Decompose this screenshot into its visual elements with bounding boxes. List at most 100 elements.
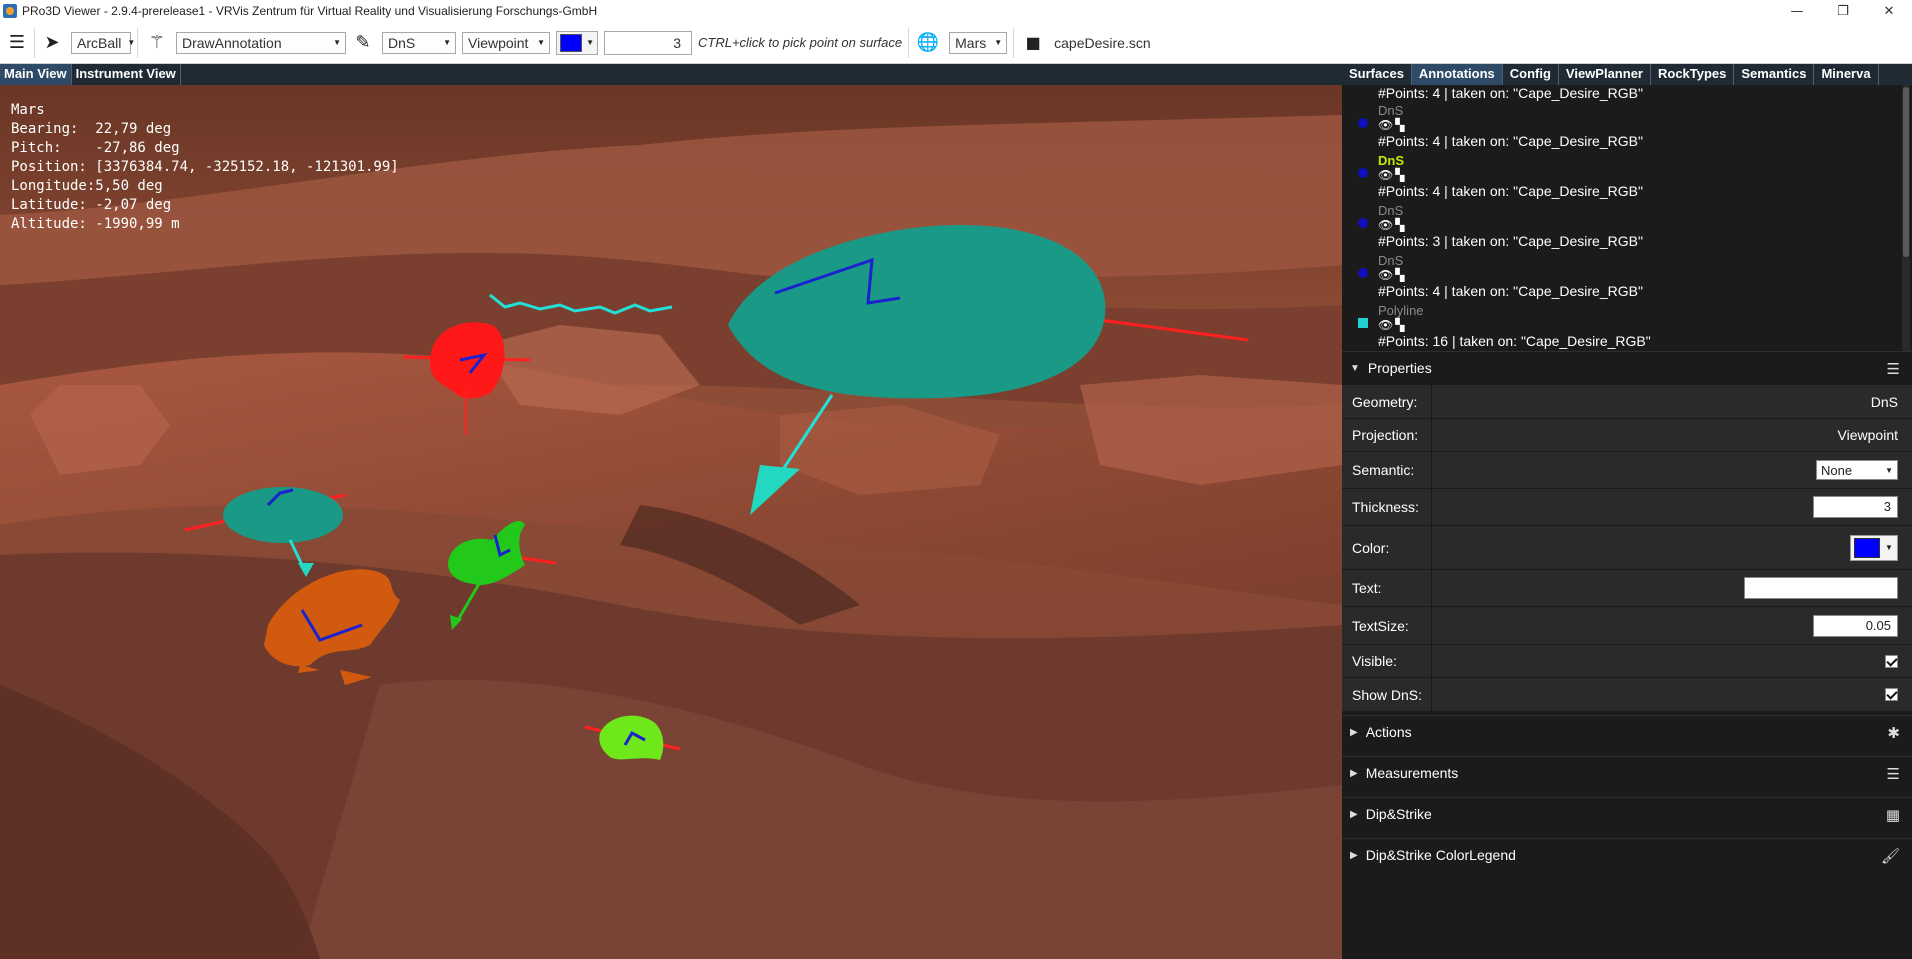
property-row-geometry: Geometry: DnS: [1342, 384, 1912, 418]
actions-header[interactable]: ▶ Actions ✱: [1342, 715, 1912, 748]
annotation-color-picker[interactable]: ▼: [556, 30, 598, 55]
property-row-textsize: TextSize: 0.05: [1342, 606, 1912, 644]
minimize-button[interactable]: —: [1774, 0, 1820, 22]
eye-icon[interactable]: 👁: [1378, 218, 1393, 232]
tab-config[interactable]: Config: [1503, 64, 1559, 85]
title-bar: PRo3D Viewer - 2.9.4-prerelease1 - VRVis…: [0, 0, 1912, 22]
color-picker[interactable]: ▼: [1850, 534, 1898, 561]
chevron-down-icon: ▼: [443, 38, 451, 47]
list-item[interactable]: DnS 👁 ▚ #Points: 4 | taken on: "Cape_Desi…: [1358, 153, 1912, 203]
showdns-label: Show DnS:: [1342, 678, 1432, 711]
asterisk-icon[interactable]: ✱: [1887, 724, 1900, 742]
eye-icon[interactable]: 👁: [1378, 318, 1393, 332]
tab-rocktypes[interactable]: RockTypes: [1651, 64, 1735, 85]
collapsed-arrow-icon: ▶: [1350, 808, 1358, 820]
toolbar: ☰ ➤ ArcBall ▼ ⚚ DrawAnnotation ▼ ✎ DnS ▼ Vi…: [0, 22, 1912, 64]
eye-icon[interactable]: 👁: [1378, 168, 1393, 182]
binoculars-icon[interactable]: ▚: [1395, 118, 1404, 132]
semantic-label: Semantic:: [1342, 452, 1432, 488]
semantic-select[interactable]: None ▼: [1816, 460, 1898, 480]
collapsed-arrow-icon: ▶: [1350, 849, 1358, 861]
tab-surfaces[interactable]: Surfaces: [1342, 64, 1412, 85]
binoculars-icon[interactable]: ▚: [1395, 218, 1404, 232]
textsize-field[interactable]: 0.05: [1813, 614, 1898, 637]
camera-mode-select[interactable]: ArcBall ▼: [71, 31, 135, 54]
window-title: PRo3D Viewer - 2.9.4-prerelease1 - VRVis…: [22, 4, 598, 18]
showdns-checkbox[interactable]: [1885, 688, 1898, 701]
pencil-icon[interactable]: ✎: [350, 30, 376, 56]
list-item[interactable]: DnS 👁 ▚ #Points: 3 | taken on: "Cape_Desi…: [1358, 203, 1912, 253]
overlay-bearing: Bearing: 22,79 deg: [11, 121, 172, 137]
overlay-longitude: Longitude:5,50 deg: [11, 178, 163, 194]
visible-checkbox[interactable]: [1885, 654, 1898, 668]
color-label: Color:: [1342, 526, 1432, 569]
right-panel: Surfaces Annotations Config ViewPlanner …: [1342, 64, 1912, 959]
maximize-button[interactable]: ❐: [1820, 0, 1866, 22]
scrollbar-thumb[interactable]: [1903, 87, 1909, 257]
folder-icon[interactable]: ■: [1020, 30, 1046, 56]
main-3d-viewport[interactable]: Mars Bearing: 22,79 deg Pitch: -27,86 deg P…: [0, 85, 1342, 959]
property-row-text: Text:: [1342, 569, 1912, 606]
properties-header[interactable]: ▼ Properties ☰: [1342, 351, 1912, 384]
annotation-color-marker: [1358, 268, 1368, 278]
dip-strike-legend-header[interactable]: ▶ Dip&Strike ColorLegend 🖌: [1342, 838, 1912, 871]
visible-cell: [1432, 645, 1912, 677]
thickness-field[interactable]: 3: [1813, 496, 1898, 518]
magic-wand-icon[interactable]: ⚚: [144, 30, 170, 56]
toolbar-separator: [137, 27, 138, 58]
property-row-visible: Visible:: [1342, 644, 1912, 677]
thickness-input[interactable]: 3: [604, 30, 692, 55]
calculator-icon[interactable]: ▦: [1886, 806, 1900, 824]
tab-annotations[interactable]: Annotations: [1411, 64, 1503, 85]
annotation-detail: #Points: 4 | taken on: "Cape_Desire_RGB": [1378, 283, 1643, 299]
tab-semantics[interactable]: Semantics: [1734, 64, 1815, 85]
binoculars-icon[interactable]: ▚: [1395, 318, 1404, 332]
text-field[interactable]: [1744, 577, 1898, 599]
annotation-color-marker: [1358, 168, 1368, 178]
collapsed-arrow-icon: ▶: [1350, 767, 1358, 779]
projection-mode-select[interactable]: Viewpoint ▼: [462, 31, 550, 54]
overlay-altitude: Altitude: -1990,99 m: [11, 216, 180, 232]
toolbar-separator: [34, 27, 35, 58]
list-item[interactable]: DnS 👁 ▚ #Points: 4 | taken on: "Cape_Desi…: [1358, 253, 1912, 303]
brush-icon[interactable]: 🖌: [1881, 847, 1900, 865]
camera-mode-value: ArcBall: [77, 34, 122, 51]
annotation-name: DnS: [1378, 153, 1404, 168]
dip-strike-header[interactable]: ▶ Dip&Strike ▦: [1342, 797, 1912, 830]
planet-select[interactable]: Mars ▼: [949, 31, 1008, 54]
list-item[interactable]: Polyline 👁 ▚ #Points: 16 | taken on: "Cap…: [1358, 303, 1912, 351]
dip-strike-legend-title: Dip&Strike ColorLegend: [1365, 847, 1516, 863]
projection-label: Projection:: [1342, 419, 1432, 451]
annotation-icons: 👁 ▚: [1378, 318, 1404, 332]
annotation-detail: #Points: 3 | taken on: "Cape_Desire_RGB": [1378, 233, 1643, 249]
planet-value: Mars: [955, 34, 987, 51]
geometry-mode-select[interactable]: DnS ▼: [382, 31, 456, 54]
dip-strike-title: Dip&Strike: [1365, 806, 1432, 822]
tab-minerva[interactable]: Minerva: [1814, 64, 1879, 85]
color-swatch: [1854, 537, 1880, 558]
annotation-name: Polyline: [1378, 303, 1424, 318]
tab-instrument-view[interactable]: Instrument View: [72, 64, 181, 85]
tab-viewplanner[interactable]: ViewPlanner: [1559, 64, 1651, 85]
eye-icon[interactable]: 👁: [1378, 118, 1393, 132]
projection-value: Viewpoint: [1837, 427, 1898, 443]
binoculars-icon[interactable]: ▚: [1395, 168, 1404, 182]
close-button[interactable]: ✕: [1866, 0, 1912, 22]
navigate-icon[interactable]: ➤: [39, 30, 65, 56]
menu-icon[interactable]: ☰: [1887, 765, 1900, 783]
annotation-list-scrollbar[interactable]: [1902, 85, 1910, 351]
measurements-header[interactable]: ▶ Measurements ☰: [1342, 756, 1912, 789]
globe-icon[interactable]: 🌐: [915, 30, 941, 56]
property-row-thickness: Thickness: 3: [1342, 488, 1912, 525]
list-item[interactable]: #Points: 4 | taken on: "Cape_Desire_RGB": [1370, 85, 1912, 103]
menu-icon[interactable]: ☰: [1887, 360, 1900, 378]
binoculars-icon[interactable]: ▚: [1395, 268, 1404, 282]
menu-icon[interactable]: ☰: [4, 30, 30, 56]
eye-icon[interactable]: 👁: [1378, 268, 1393, 282]
geometry-mode-value: DnS: [388, 34, 416, 51]
color-cell: ▼: [1432, 526, 1912, 569]
list-item[interactable]: DnS 👁 ▚ #Points: 4 | taken on: "Cape_Desi…: [1358, 103, 1912, 153]
tab-main-view[interactable]: Main View: [0, 64, 72, 85]
interaction-mode-select[interactable]: DrawAnnotation ▼: [176, 31, 346, 54]
annotation-list[interactable]: #Points: 4 | taken on: "Cape_Desire_RGB"…: [1342, 85, 1912, 351]
